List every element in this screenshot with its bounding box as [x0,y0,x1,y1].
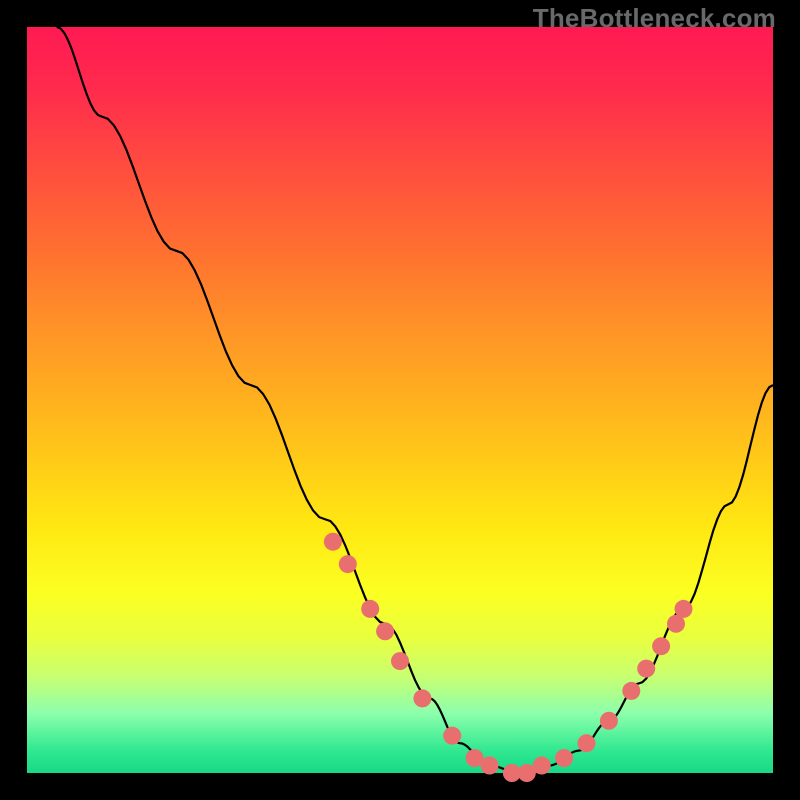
data-marker [339,555,357,573]
data-marker [481,757,499,775]
data-marker [413,689,431,707]
data-marker [637,660,655,678]
data-marker [600,712,618,730]
data-marker [361,600,379,618]
data-marker [391,652,409,670]
watermark-text: TheBottleneck.com [533,3,776,34]
chart-container: TheBottleneck.com [0,0,800,800]
data-marker [376,622,394,640]
data-marker [533,757,551,775]
data-marker [622,682,640,700]
data-markers [324,533,693,782]
data-marker [555,749,573,767]
data-marker [675,600,693,618]
data-marker [578,734,596,752]
bottleneck-curve [57,27,773,773]
data-marker [652,637,670,655]
data-marker [443,727,461,745]
chart-svg [27,27,773,773]
data-marker [324,533,342,551]
bottleneck-curve-path [57,27,773,773]
